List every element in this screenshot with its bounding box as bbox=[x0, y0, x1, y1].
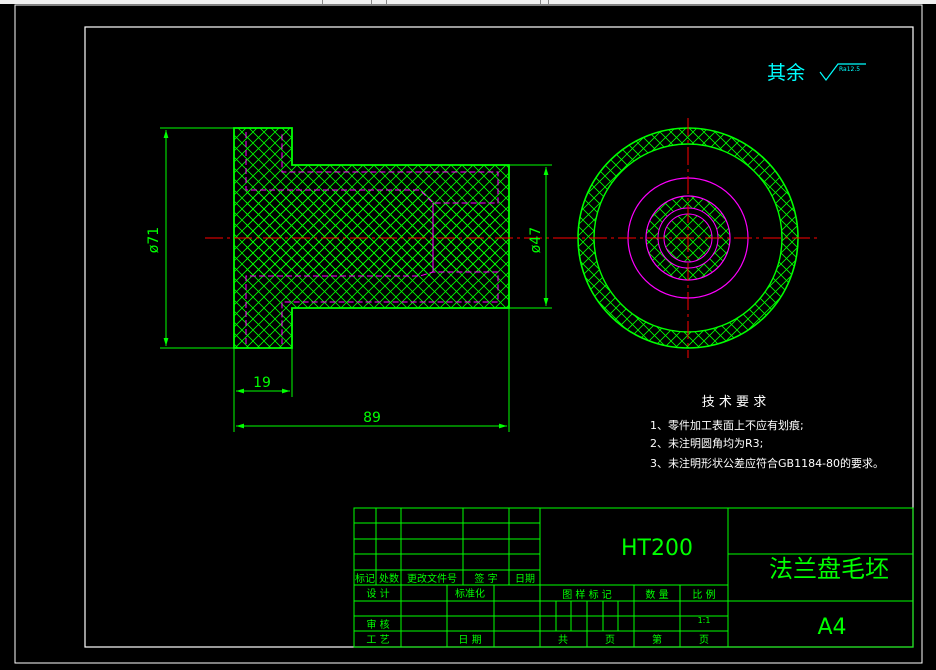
scale-value: 1:1 bbox=[698, 616, 711, 625]
standardization-label: 标准化 bbox=[455, 587, 485, 600]
dim-text-outer-diameter: ø71 bbox=[146, 227, 162, 253]
rev-header-count: 处数 bbox=[379, 572, 399, 585]
drawing-canvas[interactable]: 其余 Ra12.5 ø71 ø47 19 89 技 术 要 求 1、零件加工表面… bbox=[0, 0, 936, 670]
dim-text-boss-diameter: ø47 bbox=[528, 227, 544, 253]
rev-header-sign: 签 字 bbox=[474, 572, 497, 585]
scale-label: 比 例 bbox=[692, 588, 715, 601]
tech-requirements: 技 术 要 求 1、零件加工表面上不应有划痕; 2、未注明圆角均为R3; 3、未… bbox=[650, 395, 884, 470]
review-label: 审 核 bbox=[366, 618, 389, 631]
title-block-text: HT200 法兰盘毛坯 A4 标记 处数 更改文件号 签 字 日期 设 计 标准… bbox=[355, 536, 889, 646]
surface-finish-label: 其余 bbox=[767, 62, 805, 84]
sheet-no-label: 第 bbox=[652, 633, 662, 646]
date-label: 日 期 bbox=[458, 634, 481, 646]
surface-finish-note: 其余 Ra12.5 bbox=[767, 62, 866, 84]
tech-req-title: 技 术 要 求 bbox=[702, 395, 766, 410]
design-label: 设 计 bbox=[366, 587, 389, 600]
section-core bbox=[246, 190, 433, 276]
part-name-text: 法兰盘毛坯 bbox=[769, 555, 889, 583]
tech-req-item-1: 1、零件加工表面上不应有划痕; bbox=[650, 418, 804, 432]
rev-header-doc: 更改文件号 bbox=[407, 572, 457, 585]
rev-header-mark: 标记 bbox=[355, 573, 375, 585]
quantity-label: 数 量 bbox=[645, 588, 668, 601]
dim-text-flange-thickness: 19 bbox=[253, 375, 271, 391]
section-view bbox=[205, 127, 560, 349]
roughness-value: Ra12.5 bbox=[839, 66, 860, 73]
total-sheets-label: 共 bbox=[558, 634, 568, 646]
process-label: 工 艺 bbox=[366, 634, 389, 646]
page-unit-label: 页 bbox=[605, 634, 615, 646]
tech-req-item-2: 2、未注明圆角均为R3; bbox=[650, 436, 763, 450]
tech-req-item-3: 3、未注明形状公差应符合GB1184-80的要求。 bbox=[650, 456, 884, 470]
page-unit-label-2: 页 bbox=[699, 634, 709, 646]
rev-header-date: 日期 bbox=[515, 573, 535, 585]
sheet-size-text: A4 bbox=[817, 615, 846, 640]
dim-text-overall-length: 89 bbox=[363, 410, 381, 426]
stage-mark-label: 图 样 标 记 bbox=[562, 588, 612, 601]
material-text: HT200 bbox=[621, 536, 693, 561]
end-view bbox=[560, 118, 818, 358]
